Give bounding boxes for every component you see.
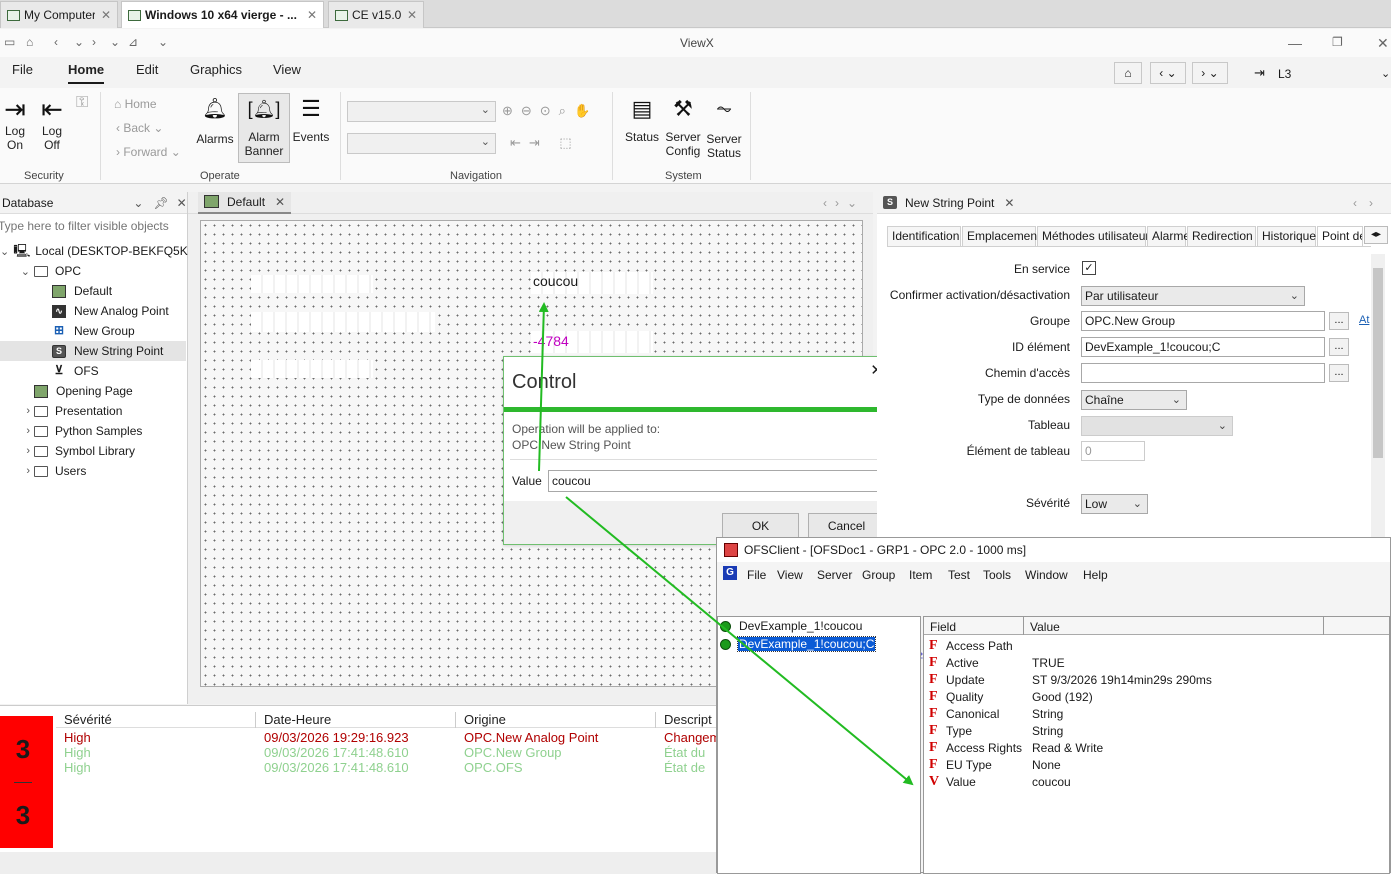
annotation-arrows: [538, 302, 914, 786]
arrow-to-ofs-value: [565, 496, 914, 786]
arrow-to-mimic: [538, 302, 549, 472]
